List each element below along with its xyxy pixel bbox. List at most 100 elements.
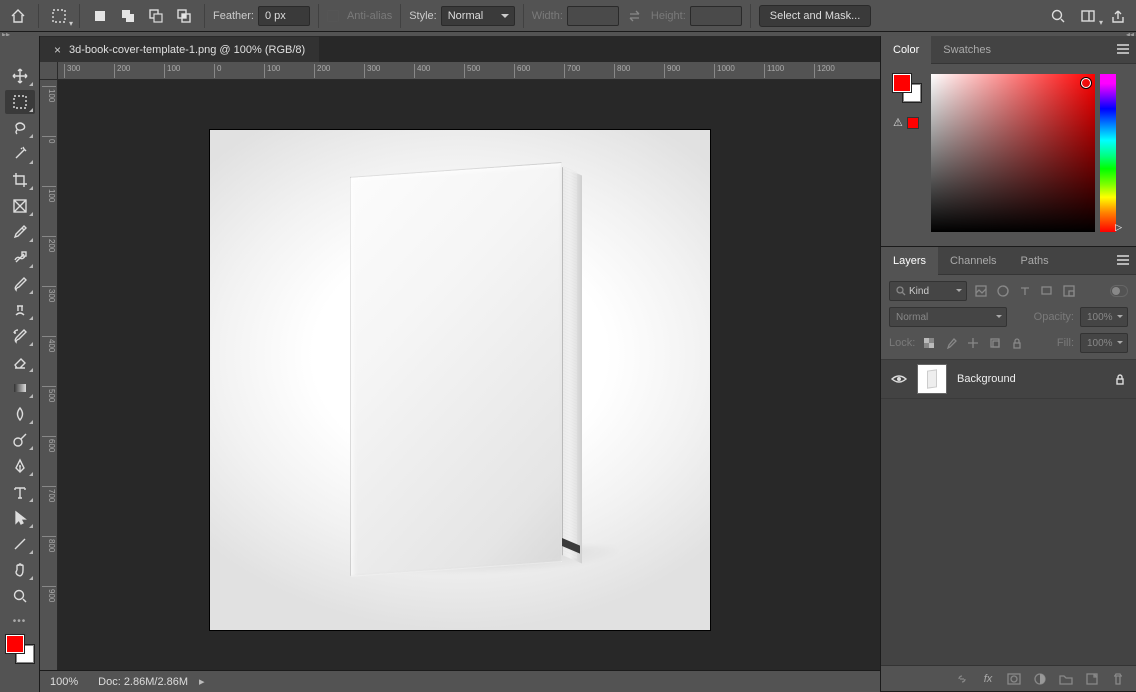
tab-channels[interactable]: Channels	[938, 247, 1008, 275]
fill-input[interactable]: 100%	[1080, 333, 1128, 353]
panel-menu-icon[interactable]	[1116, 254, 1130, 266]
height-label: Height:	[651, 10, 686, 22]
filter-toggle[interactable]	[1110, 285, 1128, 297]
lock-position-icon[interactable]	[965, 335, 981, 351]
tab-layers[interactable]: Layers	[881, 247, 938, 275]
lock-transparency-icon[interactable]	[921, 335, 937, 351]
layer-lock-icon[interactable]	[1114, 373, 1126, 385]
eyedropper-tool[interactable]	[5, 220, 35, 244]
zoom-level[interactable]: 100%	[50, 676, 78, 688]
style-select[interactable]: Normal	[441, 6, 515, 26]
lock-image-icon[interactable]	[943, 335, 959, 351]
hue-slider[interactable]: ▷	[1100, 74, 1116, 232]
foreground-background-colors[interactable]	[6, 635, 34, 663]
ruler-origin[interactable]	[40, 62, 58, 80]
path-selection-tool[interactable]	[5, 506, 35, 530]
feather-input[interactable]	[258, 6, 310, 26]
eraser-tool[interactable]	[5, 350, 35, 374]
blur-tool[interactable]	[5, 402, 35, 426]
intersect-selection-icon[interactable]	[172, 4, 196, 28]
canvas-area[interactable]: 3002001000100200300400500600700800900100…	[40, 62, 880, 670]
panel-fg-bg-swatches[interactable]	[893, 74, 921, 102]
tab-color[interactable]: Color	[881, 36, 931, 64]
new-selection-icon[interactable]	[88, 4, 112, 28]
gradient-tool[interactable]	[5, 376, 35, 400]
lock-all-icon[interactable]	[1009, 335, 1025, 351]
layer-list[interactable]: Background	[881, 359, 1136, 665]
document-info[interactable]: Doc: 2.86M/2.86M▸	[98, 675, 204, 688]
add-mask-icon[interactable]	[1006, 671, 1022, 687]
lasso-tool[interactable]	[5, 116, 35, 140]
new-layer-icon[interactable]	[1084, 671, 1100, 687]
subtract-selection-icon[interactable]	[144, 4, 168, 28]
hand-tool[interactable]	[5, 558, 35, 582]
history-brush-tool[interactable]	[5, 324, 35, 348]
layer-row[interactable]: Background	[881, 359, 1136, 399]
horizontal-ruler[interactable]: 3002001000100200300400500600700800900100…	[58, 62, 880, 80]
vertical-ruler[interactable]: 1000100200300400500600700800900	[40, 80, 58, 670]
ruler-tick: 700	[564, 64, 580, 78]
brush-tool[interactable]	[5, 272, 35, 296]
search-icon[interactable]	[1046, 4, 1070, 28]
select-and-mask-button[interactable]: Select and Mask...	[759, 5, 872, 27]
gamut-warning[interactable]: ⚠	[893, 116, 921, 129]
close-tab-icon[interactable]: ×	[54, 43, 61, 57]
move-tool[interactable]	[5, 64, 35, 88]
foreground-color-swatch[interactable]	[6, 635, 24, 653]
zoom-tool[interactable]	[5, 584, 35, 608]
zoom-value: 100%	[50, 676, 78, 688]
ruler-tick: 1100	[764, 64, 784, 78]
lock-artboard-icon[interactable]	[987, 335, 1003, 351]
tool-bar: •••	[0, 36, 40, 692]
layer-name[interactable]: Background	[957, 373, 1104, 385]
frame-tool[interactable]	[5, 194, 35, 218]
layer-thumbnail[interactable]	[917, 364, 947, 394]
filter-adjustment-icon[interactable]	[995, 283, 1011, 299]
new-group-icon[interactable]	[1058, 671, 1074, 687]
crop-tool[interactable]	[5, 168, 35, 192]
home-icon[interactable]	[6, 4, 30, 28]
adjustment-layer-icon[interactable]	[1032, 671, 1048, 687]
ruler-tick: 800	[42, 536, 56, 552]
document-tab[interactable]: × 3d-book-cover-template-1.png @ 100% (R…	[40, 36, 319, 62]
feather-label: Feather:	[213, 10, 254, 22]
filter-smartobject-icon[interactable]	[1061, 283, 1077, 299]
tool-preset-marquee-icon[interactable]: ▾	[47, 4, 71, 28]
healing-brush-tool[interactable]	[5, 246, 35, 270]
ruler-tick: 200	[114, 64, 130, 78]
share-icon[interactable]	[1106, 4, 1130, 28]
clone-stamp-tool[interactable]	[5, 298, 35, 322]
tab-paths[interactable]: Paths	[1009, 247, 1061, 275]
line-tool[interactable]	[5, 532, 35, 556]
add-selection-icon[interactable]	[116, 4, 140, 28]
edit-toolbar-icon[interactable]: •••	[13, 616, 27, 627]
delete-layer-icon[interactable]	[1110, 671, 1126, 687]
ruler-tick: 300	[64, 64, 80, 78]
workspace-switcher-icon[interactable]: ▾	[1076, 4, 1100, 28]
type-tool[interactable]	[5, 480, 35, 504]
gamut-swatch[interactable]	[907, 117, 919, 129]
blend-mode-value: Normal	[896, 312, 928, 323]
panel-fg-swatch[interactable]	[893, 74, 911, 92]
antialias-label: Anti-alias	[347, 10, 392, 22]
document-canvas[interactable]	[210, 130, 710, 630]
filter-pixel-icon[interactable]	[973, 283, 989, 299]
pen-tool[interactable]	[5, 454, 35, 478]
tab-swatches[interactable]: Swatches	[931, 36, 1003, 64]
opacity-input[interactable]: 100%	[1080, 307, 1128, 327]
filter-shape-icon[interactable]	[1039, 283, 1055, 299]
panel-menu-icon[interactable]	[1116, 43, 1130, 55]
layer-style-icon[interactable]: fx	[980, 671, 996, 687]
rectangular-marquee-tool[interactable]	[5, 90, 35, 114]
layer-buttons: fx	[881, 665, 1136, 691]
layer-filter-select[interactable]: Kind	[889, 281, 967, 301]
link-layers-icon[interactable]	[954, 671, 970, 687]
saturation-value-field[interactable]	[931, 74, 1095, 232]
color-picker-field[interactable]: ▷	[931, 74, 1124, 232]
chevron-right-icon[interactable]: ▸	[199, 675, 205, 688]
filter-type-icon[interactable]	[1017, 283, 1033, 299]
blend-mode-select[interactable]: Normal	[889, 307, 1007, 327]
magic-wand-tool[interactable]	[5, 142, 35, 166]
dodge-tool[interactable]	[5, 428, 35, 452]
layer-visibility-icon[interactable]	[891, 373, 907, 385]
